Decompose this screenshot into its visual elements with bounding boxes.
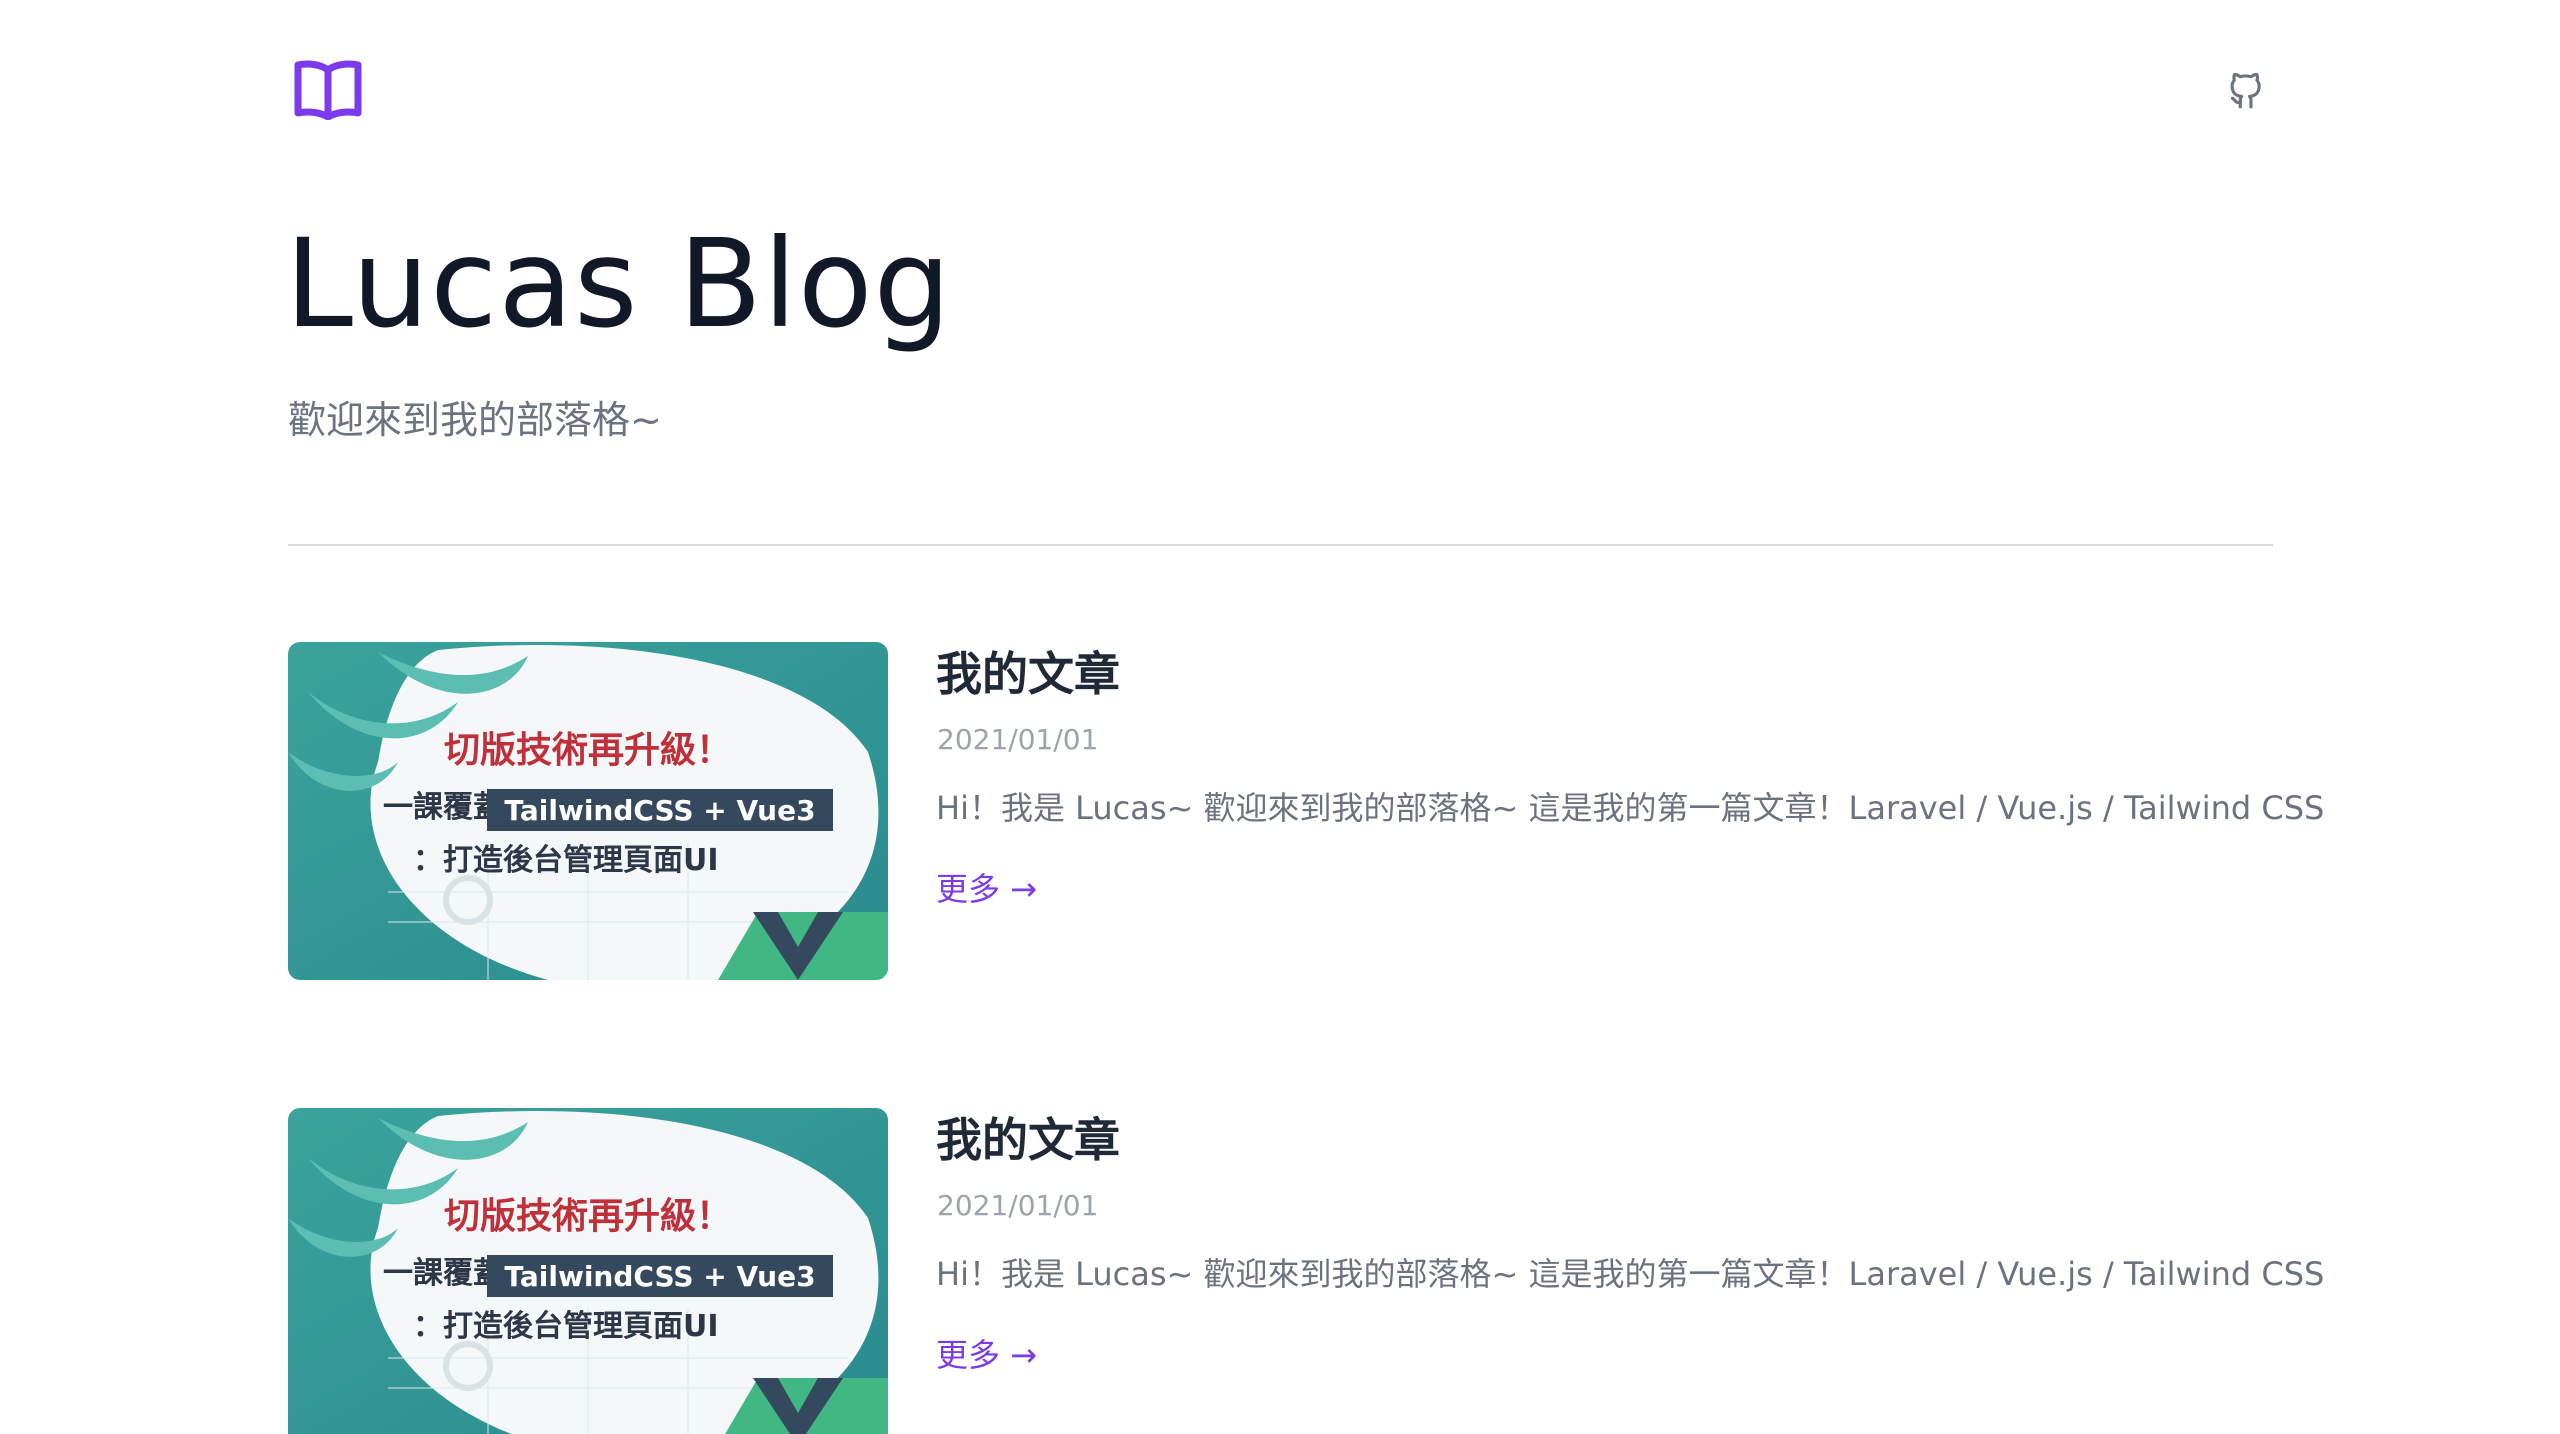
article-excerpt: Hi！我是 Lucas~ 歡迎來到我的部落格~ 這是我的第一篇文章！Larave…	[936, 789, 2325, 827]
blog-subtitle: 歡迎來到我的部落格~	[288, 398, 662, 442]
book-open-icon[interactable]	[293, 58, 363, 121]
thumbnail-line1: 切版技術再升級！	[444, 730, 732, 771]
article-title[interactable]: 我的文章	[936, 1106, 1120, 1174]
article-card: 切版技術再升級！ 一課覆蓋 TailwindCSS + Vue3 ：打造後台管理…	[288, 640, 2324, 982]
read-more-link[interactable]: 更多 →	[936, 1332, 1037, 1378]
article-thumbnail[interactable]: 切版技術再升級！ 一課覆蓋 TailwindCSS + Vue3 ：打造後台管理…	[288, 642, 888, 980]
article-card: 切版技術再升級！ 一課覆蓋 TailwindCSS + Vue3 ：打造後台管理…	[288, 1106, 2324, 1434]
thumbnail-line1: 切版技術再升級！	[444, 1196, 732, 1237]
thumbnail-line3: ：打造後台管理頁面UI	[413, 1309, 719, 1344]
github-icon[interactable]	[2226, 66, 2264, 110]
article-date: 2021/01/01	[937, 1189, 1099, 1222]
article-date: 2021/01/01	[937, 723, 1099, 756]
page: Lucas Blog 歡迎來到我的部落格~ 切版技術再升級！ 一課覆蓋 Tail…	[0, 0, 2560, 1434]
read-more-link[interactable]: 更多 →	[936, 866, 1037, 912]
blog-title: Lucas Blog	[285, 213, 953, 355]
thumbnail-line2-highlight: TailwindCSS + Vue3	[504, 794, 815, 827]
article-title[interactable]: 我的文章	[936, 640, 1120, 708]
article-thumbnail[interactable]: 切版技術再升級！ 一課覆蓋 TailwindCSS + Vue3 ：打造後台管理…	[288, 1108, 888, 1434]
thumbnail-line2-prefix: 一課覆蓋	[383, 790, 503, 825]
thumbnail-line3: ：打造後台管理頁面UI	[413, 843, 719, 878]
thumbnail-line2-highlight: TailwindCSS + Vue3	[504, 1260, 815, 1293]
divider	[288, 544, 2273, 546]
article-excerpt: Hi！我是 Lucas~ 歡迎來到我的部落格~ 這是我的第一篇文章！Larave…	[936, 1255, 2325, 1293]
thumbnail-line2-prefix: 一課覆蓋	[383, 1256, 503, 1291]
